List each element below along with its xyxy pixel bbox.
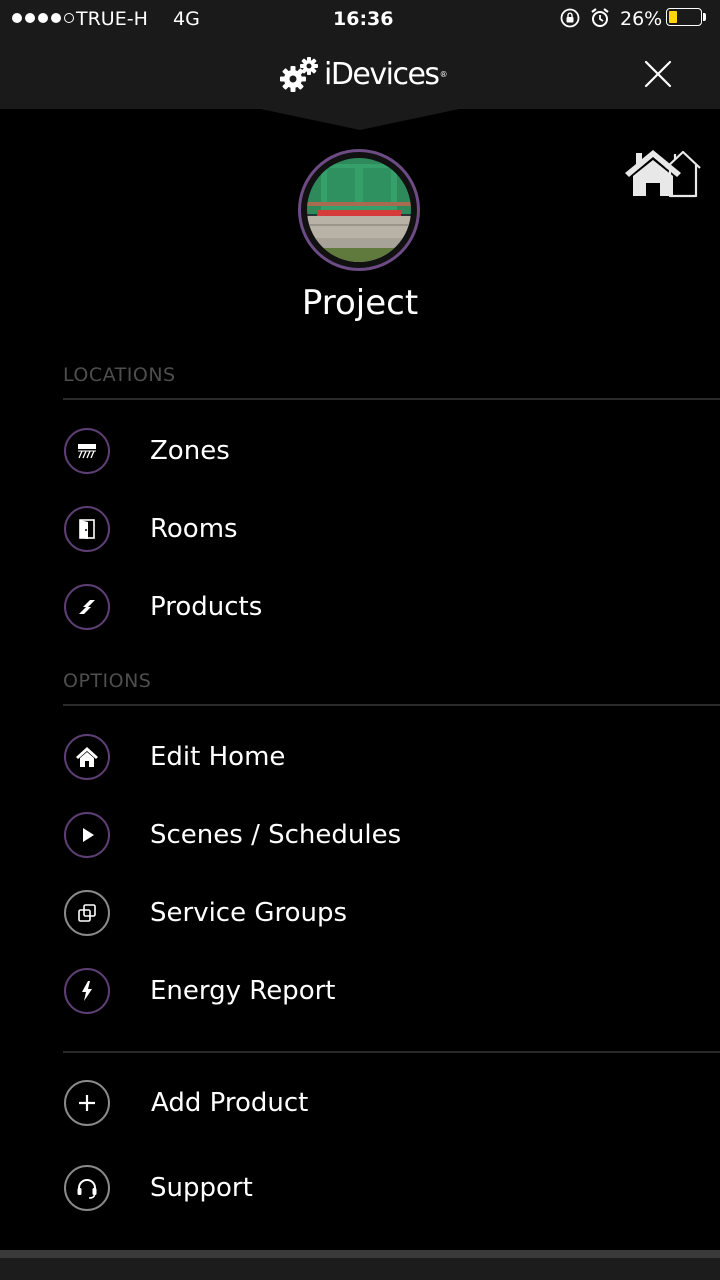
brand-logo: iDevices ® — [278, 54, 448, 94]
avatar-photo — [307, 158, 411, 262]
menu-item-support[interactable]: Support — [0, 1153, 720, 1223]
menu-label: Zones — [150, 436, 230, 466]
menu-item-edit-home[interactable]: Edit Home — [0, 722, 720, 792]
menu-label: Energy Report — [150, 976, 336, 1006]
menu-label: Edit Home — [150, 742, 286, 772]
battery-icon — [666, 8, 702, 26]
signal-dot — [25, 13, 35, 23]
door-icon — [64, 506, 110, 552]
menu-label: Add Product — [151, 1088, 309, 1118]
menu-item-rooms[interactable]: Rooms — [0, 494, 720, 564]
menu-item-service-groups[interactable]: Service Groups — [0, 878, 720, 948]
signal-dot-empty — [64, 13, 74, 23]
menu-item-add-product[interactable]: Add Product — [0, 1068, 720, 1138]
battery-nub — [703, 13, 706, 21]
project-name: Project — [301, 283, 419, 323]
menu-label: Rooms — [150, 514, 238, 544]
divider — [63, 1051, 720, 1053]
plug-icon — [64, 584, 110, 630]
switch-home-icon[interactable] — [622, 146, 702, 200]
avatar[interactable] — [298, 149, 420, 271]
brand-name: iDevices — [324, 56, 440, 92]
registered-mark: ® — [439, 69, 448, 79]
clock: 16:36 — [333, 8, 394, 30]
signal-dot — [12, 13, 22, 23]
door-photo — [307, 158, 411, 262]
menu-item-products[interactable]: Products — [0, 572, 720, 642]
groups-icon — [64, 890, 110, 936]
plus-icon — [64, 1080, 110, 1126]
zones-icon — [64, 428, 110, 474]
gears-icon — [280, 57, 318, 92]
battery-level — [669, 11, 677, 23]
section-label-options: OPTIONS — [63, 670, 152, 692]
menu-label: Service Groups — [150, 898, 348, 928]
section-label-locations: LOCATIONS — [63, 364, 176, 386]
menu-label: Products — [150, 592, 263, 622]
headset-icon — [64, 1165, 110, 1211]
signal-dot — [38, 13, 48, 23]
menu-item-energy-report[interactable]: Energy Report — [0, 956, 720, 1026]
signal-strength — [12, 6, 77, 32]
header-notch — [256, 108, 464, 130]
network-type: 4G — [173, 8, 200, 30]
orientation-lock-icon — [560, 8, 580, 28]
battery-percent: 26% — [620, 8, 663, 30]
play-icon — [64, 812, 110, 858]
carrier-name: TRUE-H — [76, 8, 148, 30]
lightning-icon — [64, 968, 110, 1014]
close-icon[interactable] — [638, 54, 678, 94]
menu-item-zones[interactable]: Zones — [0, 416, 720, 486]
alarm-icon — [591, 8, 609, 27]
menu-label: Support — [150, 1173, 253, 1203]
divider — [63, 704, 720, 706]
divider — [63, 398, 720, 400]
menu-label: Scenes / Schedules — [150, 820, 402, 850]
bottom-bar-edge — [0, 1250, 720, 1258]
signal-dot — [51, 13, 61, 23]
home-icon — [64, 734, 110, 780]
menu-item-scenes-schedules[interactable]: Scenes / Schedules — [0, 800, 720, 870]
